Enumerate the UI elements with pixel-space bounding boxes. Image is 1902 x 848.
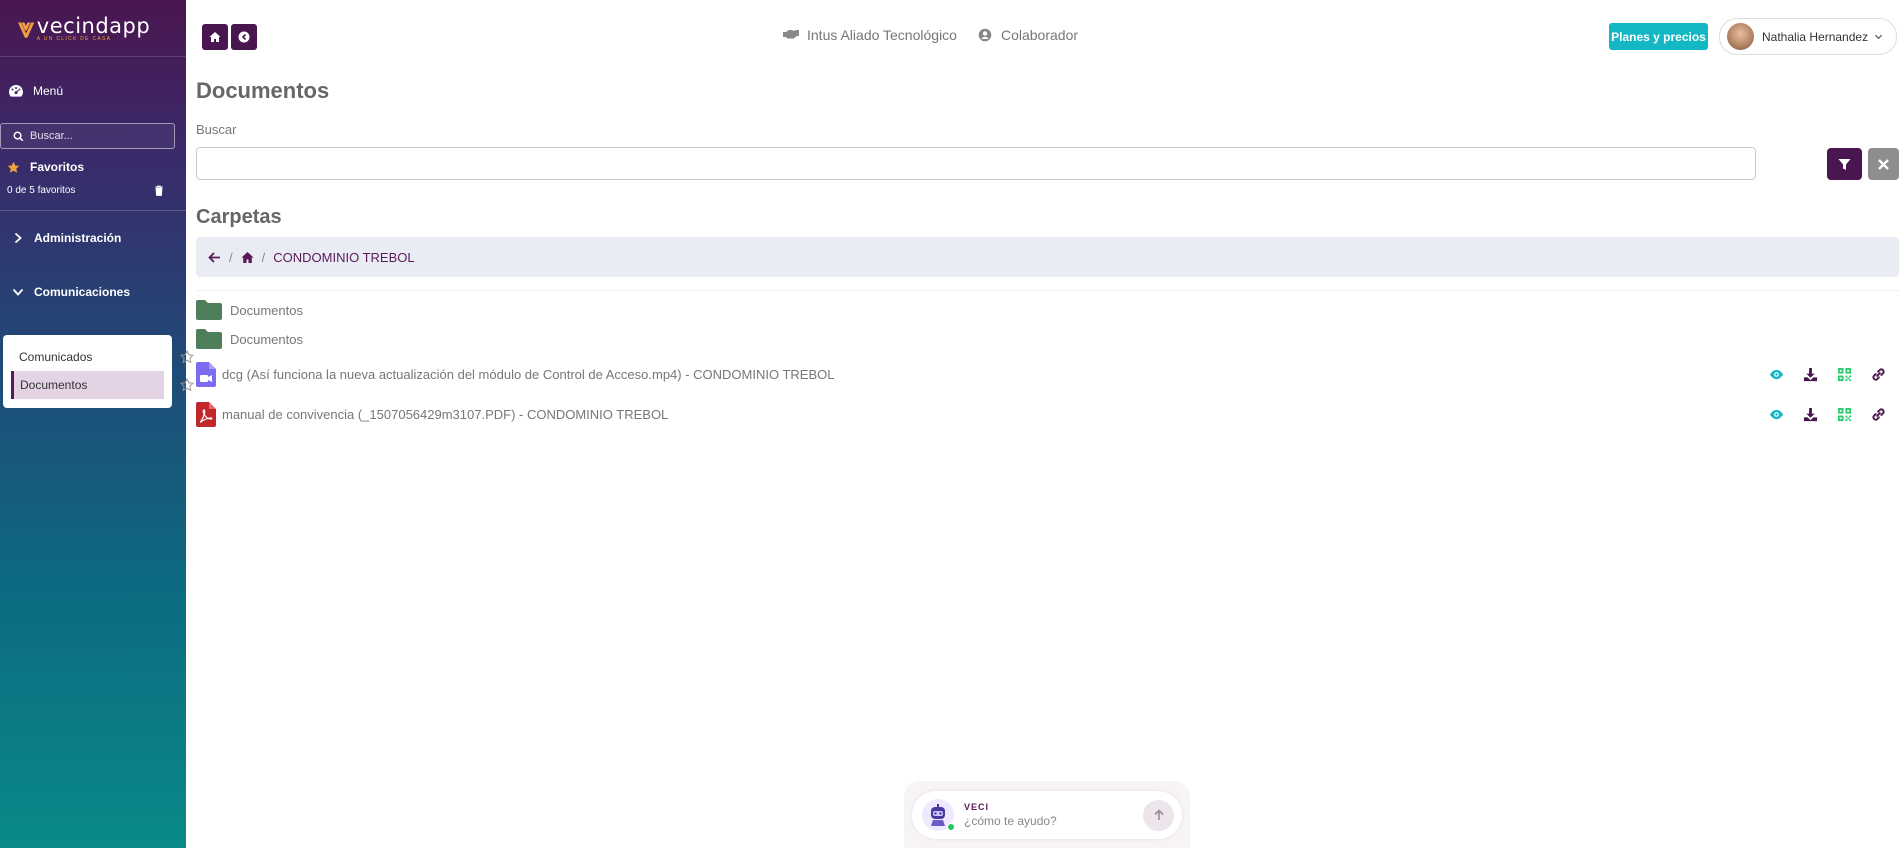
video-file-icon [196, 362, 216, 387]
folder-name: Documentos [230, 302, 303, 318]
close-icon [1878, 158, 1889, 170]
header-link-aliado[interactable]: Intus Aliado Tecnológico [783, 27, 957, 43]
brand-name: vecindapp [36, 14, 151, 38]
star-outline-icon[interactable] [180, 350, 194, 364]
trash-icon[interactable] [154, 185, 164, 196]
sidebar: ⩔ vecindapp A UN CLICK DE CASA Menú Busc… [0, 0, 194, 848]
file-name: dcg (Así funciona la nueva actualización… [222, 367, 835, 382]
search-input[interactable] [196, 147, 1756, 180]
favorites-header[interactable]: Favoritos [0, 149, 186, 174]
qr-code-icon [1837, 367, 1851, 381]
chevron-down-icon [1875, 34, 1883, 40]
sidebar-menu-toggle[interactable]: Menú [0, 57, 186, 107]
copy-link-button[interactable] [1870, 406, 1886, 422]
link-icon [1871, 367, 1885, 381]
chevron-down-icon [12, 288, 24, 296]
user-circle-icon [978, 28, 992, 42]
file-name: manual de convivencia (_1507056429m3107.… [222, 407, 669, 422]
link-icon [1871, 407, 1885, 421]
chevron-right-icon [14, 232, 22, 244]
download-button[interactable] [1802, 406, 1818, 422]
page-title: Documentos [196, 78, 330, 103]
search-label: Buscar [196, 122, 237, 137]
download-icon [1803, 367, 1817, 381]
chat-label: VECI [964, 802, 990, 812]
breadcrumb: / / CONDOMINIO TREBOL [196, 237, 1899, 277]
home-icon [209, 32, 221, 42]
logo-mark-icon: ⩔ [18, 11, 34, 44]
folder-row[interactable]: Documentos [196, 329, 303, 349]
chat-placeholder: ¿cómo te ayudo? [964, 814, 1057, 828]
header-link-label: Colaborador [1000, 27, 1079, 43]
brand-tagline: A UN CLICK DE CASA [36, 36, 112, 42]
breadcrumb-item[interactable]: CONDOMINIO TREBOL [273, 250, 414, 265]
home-icon[interactable] [241, 251, 254, 264]
sidebar-item-comunicados[interactable]: Comunicados [11, 343, 194, 371]
qr-code-icon [1837, 407, 1851, 421]
online-status-dot [947, 823, 955, 831]
qr-button[interactable] [1836, 406, 1852, 422]
bot-avatar [922, 799, 955, 831]
favorites-count-row: 0 de 5 favoritos [0, 174, 186, 196]
sidebar-section-comunicaciones[interactable]: Comunicaciones [0, 265, 186, 319]
section-label: Comunicaciones [34, 285, 131, 299]
file-actions [1768, 366, 1902, 382]
list-divider [196, 290, 1899, 291]
sidebar-item-label: Comunicados [19, 350, 93, 364]
logo[interactable]: ⩔ vecindapp A UN CLICK DE CASA [0, 0, 186, 57]
header-links: Intus Aliado Tecnológico Colaborador [783, 27, 1098, 43]
chat-input-bar[interactable]: VECI ¿cómo te ayudo? [912, 791, 1182, 839]
download-button[interactable] [1802, 366, 1818, 382]
folder-row[interactable]: Documentos [196, 300, 303, 320]
view-button[interactable] [1768, 406, 1784, 422]
folder-icon [196, 329, 222, 349]
breadcrumb-separator: / [229, 249, 233, 265]
avatar [1727, 23, 1754, 50]
comunicaciones-submenu: Comunicados Documentos [3, 335, 194, 408]
sidebar-item-label: Documentos [20, 378, 88, 392]
eye-icon [1769, 369, 1783, 379]
back-button[interactable] [231, 24, 257, 50]
eye-icon [1769, 409, 1783, 419]
folder-name: Documentos [230, 331, 303, 347]
send-button[interactable] [1143, 799, 1174, 831]
sidebar-section-administracion[interactable]: Administración [0, 211, 186, 265]
filter-icon [1838, 158, 1851, 170]
favorites-label: Favoritos [30, 160, 85, 174]
breadcrumb-separator: / [261, 249, 266, 265]
file-row[interactable]: manual de convivencia (_1507056429m3107.… [196, 402, 668, 427]
menu-label: Menú [33, 84, 64, 98]
download-icon [1803, 407, 1817, 421]
favorites-count: 0 de 5 favoritos [7, 185, 76, 196]
home-button[interactable] [202, 24, 228, 50]
section-label: Administración [34, 231, 122, 245]
sidebar-search-placeholder: Buscar... [30, 130, 73, 142]
pdf-file-icon [196, 402, 216, 427]
star-filled-icon [7, 161, 20, 173]
dashboard-icon [9, 85, 23, 97]
arrow-left-circle-icon [238, 31, 250, 43]
file-row[interactable]: dcg (Así funciona la nueva actualización… [196, 362, 835, 387]
arrow-up-icon [1153, 809, 1164, 820]
filter-button[interactable] [1827, 148, 1862, 180]
qr-button[interactable] [1836, 366, 1852, 382]
star-outline-icon[interactable] [180, 378, 194, 392]
folder-icon [196, 300, 222, 320]
header-link-colaborador[interactable]: Colaborador [977, 27, 1078, 43]
sidebar-item-documentos[interactable]: Documentos [11, 371, 194, 399]
arrow-left-icon[interactable] [208, 251, 221, 264]
folders-title: Carpetas [196, 206, 282, 228]
view-button[interactable] [1768, 366, 1784, 382]
clear-filter-button[interactable] [1868, 148, 1899, 180]
handshake-icon [783, 30, 799, 39]
user-menu-button[interactable]: Nathalia Hernandez [1719, 18, 1897, 55]
plans-button[interactable]: Planes y precios [1609, 23, 1708, 50]
header-link-label: Intus Aliado Tecnológico [807, 27, 957, 43]
file-actions [1768, 406, 1902, 422]
user-name: Nathalia Hernandez [1762, 29, 1869, 44]
chat-widget: VECI ¿cómo te ayudo? [904, 781, 1190, 848]
sidebar-search-input[interactable]: Buscar... [0, 123, 175, 149]
copy-link-button[interactable] [1870, 366, 1886, 382]
search-icon [13, 131, 24, 141]
